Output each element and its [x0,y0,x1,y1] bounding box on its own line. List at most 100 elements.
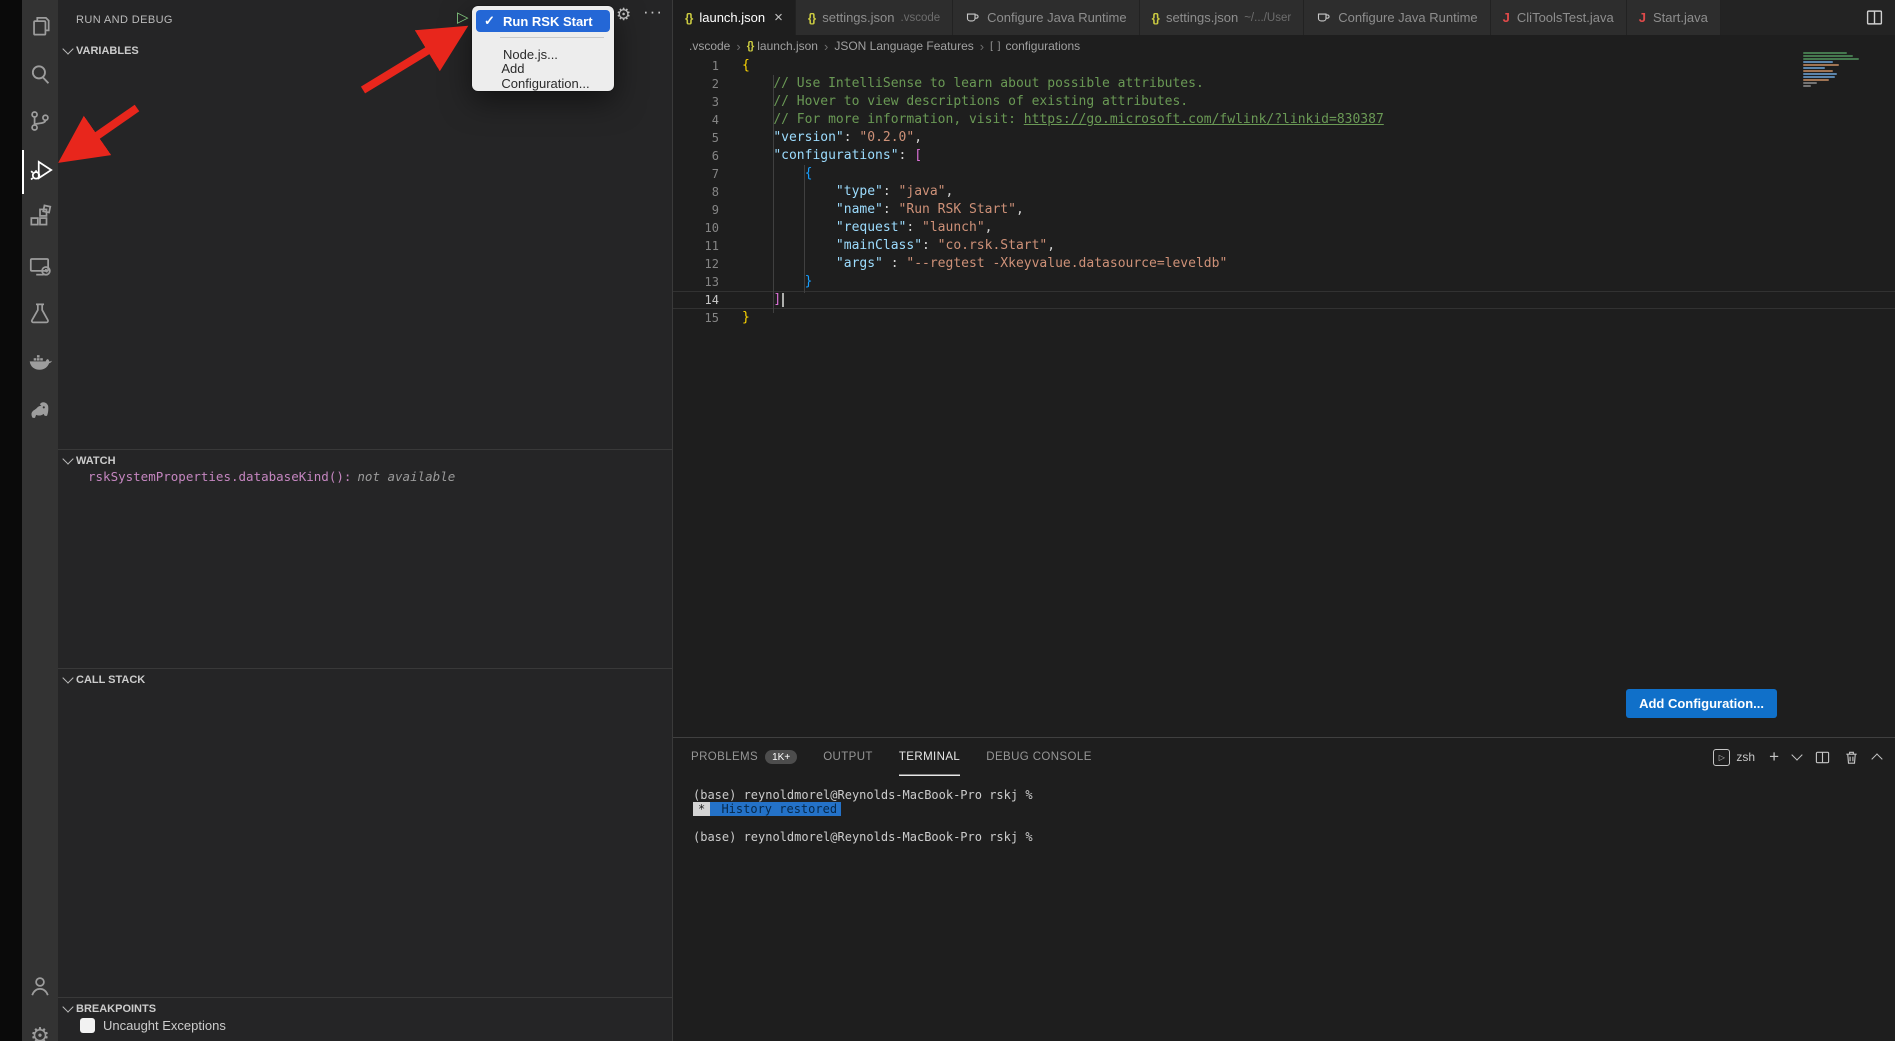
editor-tab-bar: {}launch.json×{}settings.json.vscodeConf… [673,0,1895,35]
chevron-down-icon[interactable] [1791,749,1802,760]
terminal-line: (base) reynoldmorel@Reynolds-MacBook-Pro… [693,830,1033,844]
code-line-12[interactable]: 12 "args" : "--regtest -Xkeyvalue.dataso… [673,255,1895,273]
array-icon: [ ] [990,41,1001,52]
section-header-call-stack[interactable]: CALL STACK [58,668,672,691]
terminal-output[interactable]: (base) reynoldmorel@Reynolds-MacBook-Pro… [693,788,1033,844]
code-line-13[interactable]: 13 } [673,273,1895,291]
breadcrumb-item-json-language-features[interactable]: JSON Language Features [834,39,973,53]
code-line-8[interactable]: 8 "type": "java", [673,183,1895,201]
menu-item-run-rsk-start[interactable]: ✓Run RSK Start [476,10,610,32]
tab-settings-json[interactable]: {}settings.json.vscode [796,0,953,35]
vscode-window: ⚙ RUN AND DEBUG ▷ ⚙ ··· VARIABLESWATCHCA… [0,0,1895,1041]
check-icon: ✓ [484,13,497,29]
tab-clitoolstest-java[interactable]: JCliToolsTest.java [1491,0,1627,35]
activity-item-explorer[interactable] [22,6,58,50]
activity-item-gradle[interactable] [22,389,58,433]
more-actions-icon[interactable]: ··· [643,2,663,22]
tab-configure-java-runtime[interactable]: Configure Java Runtime [1304,0,1490,35]
gradle-elephant-icon [27,396,53,427]
tab-start-java[interactable]: JStart.java [1627,0,1721,35]
breakpoint-row: Uncaught Exceptions [80,1018,226,1033]
menu-item-add-configuration[interactable]: Add Configuration... [476,65,610,87]
kill-terminal-trash-icon[interactable] [1844,750,1859,765]
section-header-breakpoints[interactable]: BREAKPOINTS [58,997,672,1020]
code-line-1[interactable]: 1{ [673,57,1895,75]
gear-icon[interactable]: ⚙ [616,5,631,25]
activity-bar: ⚙ [22,0,58,1041]
activity-item-search[interactable] [22,54,58,98]
panel-tab-output[interactable]: OUTPUT [823,738,873,776]
panel-controls: ▷ zsh + [1713,738,1881,776]
code-line-2[interactable]: 2 // Use IntelliSense to learn about pos… [673,75,1895,93]
terminal-line: (base) reynoldmorel@Reynolds-MacBook-Pro… [693,788,1033,802]
panel-tab-debug-console[interactable]: DEBUG CONSOLE [986,738,1092,776]
code-line-5[interactable]: 5 "version": "0.2.0", [673,129,1895,147]
line-number: 9 [673,201,719,219]
code-line-9[interactable]: 9 "name": "Run RSK Start", [673,201,1895,219]
terminal-shell-selector[interactable]: ▷ zsh [1713,749,1755,766]
terminal-icon: ▷ [1713,749,1730,766]
indent-guide [804,165,805,293]
watch-expression-row[interactable]: rskSystemProperties.databaseKind():not a… [88,469,455,484]
activity-item-source-control[interactable] [22,101,58,145]
terminal-line: * History restored [693,802,1033,816]
tab-settings-json[interactable]: {}settings.json~/.../User [1140,0,1305,35]
activity-item-settings[interactable]: ⚙ [22,1014,58,1041]
activity-item-run-and-debug[interactable] [22,150,60,194]
line-number: 7 [673,165,719,183]
breakpoint-label: Uncaught Exceptions [103,1018,226,1033]
breadcrumb-item-configurations[interactable]: [ ]configurations [990,39,1080,53]
maximize-panel-icon[interactable] [1871,753,1882,764]
menu-separator [500,37,604,38]
debug-configuration-dropdown: ✓Run RSK StartNode.js...Add Configuratio… [472,6,614,91]
code-line-14[interactable]: 14 ] [673,291,1895,309]
docker-whale-icon [27,348,53,379]
activity-item-accounts[interactable] [22,966,58,1010]
chevron-down-icon [62,672,73,683]
tab-configure-java-runtime[interactable]: Configure Java Runtime [953,0,1139,35]
code-line-11[interactable]: 11 "mainClass": "co.rsk.Start", [673,237,1895,255]
activity-item-docker[interactable] [22,341,58,385]
activity-item-testing[interactable] [22,293,58,337]
java-file-icon: J [1503,10,1510,25]
split-terminal-icon[interactable] [1815,750,1830,765]
new-terminal-icon[interactable]: + [1769,747,1779,767]
chevron-down-icon [62,43,73,54]
minimap[interactable] [1803,52,1861,100]
tab-description: ~/.../User [1244,12,1291,24]
code-line-3[interactable]: 3 // Hover to view descriptions of exist… [673,93,1895,111]
activity-item-remote-explorer[interactable] [22,246,58,290]
activity-item-extensions[interactable] [22,197,58,241]
breadcrumb-item-launch-json[interactable]: {}launch.json [747,39,818,53]
tab-launch-json[interactable]: {}launch.json× [673,0,796,35]
code-line-6[interactable]: 6 "configurations": [ [673,147,1895,165]
remote-explorer-icon [27,253,53,284]
source-control-icon [27,108,53,139]
code-line-10[interactable]: 10 "request": "launch", [673,219,1895,237]
code-line-7[interactable]: 7 { [673,165,1895,183]
line-number: 13 [673,273,719,291]
add-configuration-button[interactable]: Add Configuration... [1626,689,1777,718]
problems-count-badge: 1K+ [765,750,797,764]
code-line-4[interactable]: 4 // For more information, visit: https:… [673,111,1895,129]
panel-tab-problems[interactable]: PROBLEMS1K+ [691,738,797,776]
breadcrumb-item--vscode[interactable]: .vscode [689,39,730,53]
code-line-15[interactable]: 15} [673,309,1895,327]
close-icon[interactable]: × [774,9,783,26]
breadcrumb-separator: › [980,39,984,54]
line-number: 10 [673,219,719,237]
indent-guide [773,75,774,313]
shell-label: zsh [1736,750,1755,764]
panel-tab-terminal[interactable]: TERMINAL [899,738,960,776]
code-editor[interactable]: 1{2 // Use IntelliSense to learn about p… [673,57,1895,737]
split-editor-icon[interactable] [1854,0,1895,35]
uncaught-exceptions-checkbox[interactable] [80,1018,95,1033]
terminal-line [693,816,1033,830]
desktop-edge-strip [0,0,22,1041]
panel-tab-bar: PROBLEMS1K+ OUTPUT TERMINAL DEBUG CONSOLE [673,738,1092,776]
line-number: 5 [673,129,719,147]
sidebar-title: RUN AND DEBUG [76,14,173,26]
debug-start-icon[interactable]: ▷ [457,8,469,26]
line-number: 8 [673,183,719,201]
chevron-down-icon [62,1001,73,1012]
